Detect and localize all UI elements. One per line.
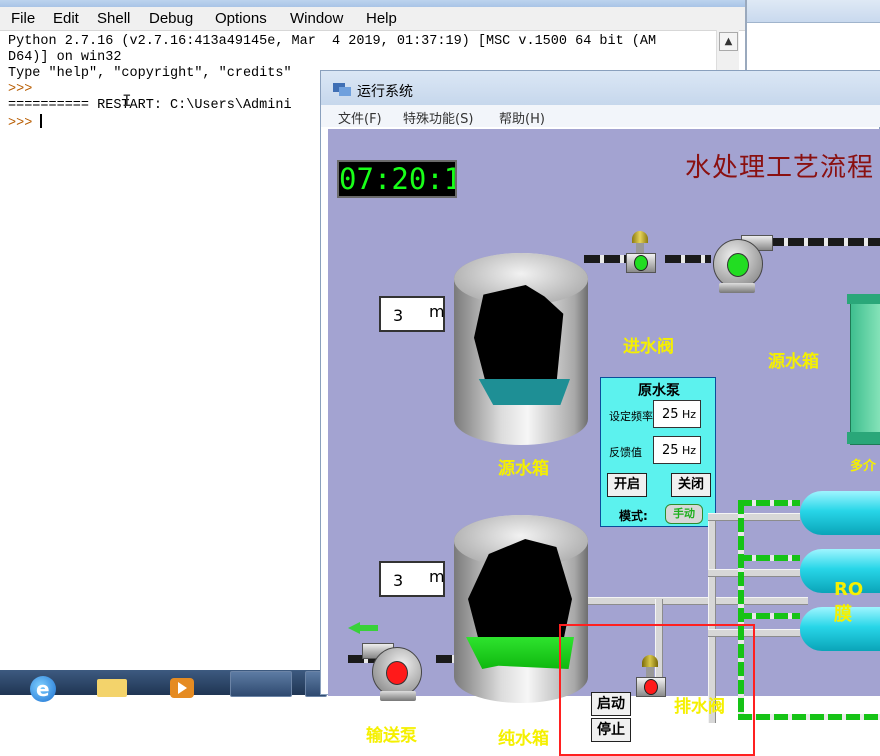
menu-options[interactable]: Options bbox=[215, 10, 267, 27]
app-window-icon bbox=[333, 81, 351, 97]
highlight-box bbox=[559, 624, 755, 756]
menu-help-cn[interactable]: 帮助(H) bbox=[499, 108, 545, 127]
process-title: 水处理工艺流程 bbox=[685, 153, 875, 183]
shell-line-platform: D64)] on win32 bbox=[8, 50, 122, 65]
feedback-value-field: 25 Hz bbox=[653, 436, 701, 464]
background-window-title-bar bbox=[747, 0, 880, 23]
taskbar-app-button[interactable] bbox=[230, 671, 292, 697]
inlet-valve[interactable] bbox=[626, 231, 656, 283]
ro-membrane-label: RO膜 bbox=[834, 579, 864, 625]
inlet-valve-label: 进水阀 bbox=[623, 337, 674, 357]
feedback-unit: Hz bbox=[682, 444, 697, 457]
pipe-to-filter bbox=[768, 238, 880, 246]
feedback-value: 25 bbox=[662, 443, 679, 458]
source-tank-label: 源水箱 bbox=[498, 459, 549, 479]
pure-tank-level-display: 3 m bbox=[379, 561, 445, 597]
background-window bbox=[746, 0, 880, 70]
multi-media-filter bbox=[847, 294, 880, 445]
concentrate-pipe-3 bbox=[738, 613, 800, 619]
concentrate-pipe-1 bbox=[738, 500, 800, 506]
runtime-system-window: 运行系统 文件(F) 特殊功能(S) 帮助(H) 水处理工艺流程 07:20:1… bbox=[320, 70, 880, 756]
transfer-pump[interactable] bbox=[362, 641, 434, 703]
flow-out-arrow-icon bbox=[348, 622, 378, 634]
feedback-label: 反馈值 bbox=[609, 446, 642, 459]
runtime-title-bar: 运行系统 bbox=[321, 71, 880, 105]
runtime-window-title: 运行系统 bbox=[357, 84, 413, 100]
source-pump[interactable] bbox=[701, 233, 773, 295]
runtime-menu-bar: 文件(F) 特殊功能(S) 帮助(H) bbox=[321, 105, 880, 127]
shell-prompt-current: >>> bbox=[8, 116, 33, 131]
mode-toggle[interactable]: 手动 bbox=[665, 504, 703, 524]
pure-level-value: 3 bbox=[393, 571, 404, 590]
ro-membrane-1 bbox=[800, 491, 880, 535]
menu-help[interactable]: Help bbox=[366, 10, 397, 27]
mode-label: 模式: bbox=[619, 509, 648, 523]
setpoint-unit: Hz bbox=[682, 408, 697, 421]
multi-media-filter-label: 多介 bbox=[850, 459, 877, 474]
ibeam-cursor-icon: I bbox=[122, 91, 132, 110]
inlet-valve-status-icon bbox=[634, 255, 648, 271]
source-tank-level-display: 3 m bbox=[379, 296, 445, 332]
menu-edit[interactable]: Edit bbox=[53, 10, 79, 27]
source-pump-label: 源水箱 bbox=[768, 352, 819, 372]
pipe-to-ro bbox=[588, 597, 808, 605]
pipe-to-inlet-valve bbox=[584, 255, 632, 263]
concentrate-out-pipe bbox=[738, 714, 880, 720]
pump-stop-button[interactable]: 关闭 bbox=[671, 473, 711, 497]
transfer-pump-status-icon bbox=[386, 661, 408, 685]
pipe-ro-2 bbox=[708, 569, 800, 577]
setpoint-label: 设定频率 bbox=[609, 410, 653, 423]
pipe-ro-1 bbox=[708, 513, 800, 521]
digital-clock: 07:20:18 bbox=[337, 160, 457, 198]
shell-line-banner: Python 2.7.16 (v2.7.16:413a49145e, Mar 4… bbox=[8, 34, 657, 49]
menu-file[interactable]: File bbox=[11, 10, 35, 27]
scroll-up-icon[interactable]: ▲ bbox=[719, 32, 738, 51]
menu-shell[interactable]: Shell bbox=[97, 10, 130, 27]
process-canvas: 水处理工艺流程 07:20:18 3 m 源水箱 进水阀 源水箱 bbox=[328, 129, 880, 756]
text-cursor bbox=[40, 114, 43, 128]
menu-window[interactable]: Window bbox=[290, 10, 343, 27]
pure-level-unit: m bbox=[429, 567, 445, 586]
media-player-icon[interactable] bbox=[160, 672, 204, 698]
source-pump-status-icon bbox=[727, 253, 749, 277]
setpoint-frequency-field[interactable]: 25 Hz bbox=[653, 400, 701, 428]
raw-water-pump-panel: 原水泵 设定频率 25 Hz 反馈值 25 Hz 开启 关闭 模式: 手动 bbox=[600, 377, 716, 527]
pump-start-button[interactable]: 开启 bbox=[607, 473, 647, 497]
transfer-pump-label: 输送泵 bbox=[366, 726, 417, 746]
menu-file-cn[interactable]: 文件(F) bbox=[338, 108, 382, 127]
source-water-tank bbox=[454, 253, 588, 445]
source-level-unit: m bbox=[429, 302, 445, 321]
idle-title-bar bbox=[0, 0, 745, 7]
source-level-value: 3 bbox=[393, 306, 404, 325]
idle-menu-bar: File Edit Shell Debug Options Window Hel… bbox=[0, 7, 745, 31]
folder-icon[interactable] bbox=[90, 672, 134, 697]
menu-special[interactable]: 特殊功能(S) bbox=[403, 108, 473, 127]
pure-tank-label: 纯水箱 bbox=[498, 729, 549, 749]
menu-debug[interactable]: Debug bbox=[149, 10, 193, 27]
panel-title: 原水泵 bbox=[638, 383, 680, 399]
setpoint-value: 25 bbox=[662, 407, 679, 422]
internet-explorer-icon[interactable]: e bbox=[24, 672, 68, 702]
concentrate-pipe-2 bbox=[738, 555, 800, 561]
